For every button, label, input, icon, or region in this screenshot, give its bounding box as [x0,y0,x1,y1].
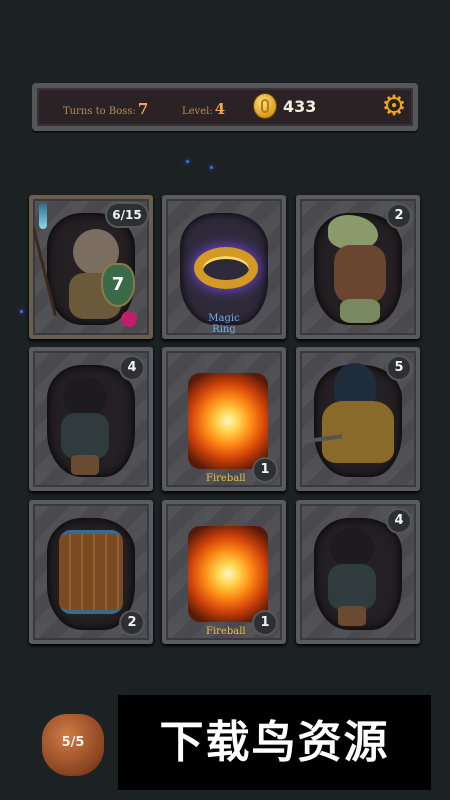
hud-bar: Turns to Boss: 7 Level: 4 433 ⚙ [32,83,418,131]
object-value-badge: 2 [121,612,143,634]
enemy-value-badge: 5 [388,357,410,379]
enemy-value-badge: 4 [388,510,410,532]
card-barrel[interactable]: 2 [29,500,153,644]
turns-value: 7 [137,100,149,118]
fireball-icon [188,373,268,469]
turns-label: Turns to Boss: [63,106,136,117]
rogue-cloak [322,401,394,463]
enemy-value-badge: 4 [121,357,143,379]
card-label-line2: Ring [212,324,236,335]
card-cat-archer[interactable]: 4 [29,347,153,491]
sparkle [186,160,189,163]
card-lizard-warrior[interactable]: 2 [296,195,420,339]
gear-icon[interactable]: ⚙ [381,92,407,120]
hp-badge: 6/15 [107,204,147,226]
cat-body [328,564,376,610]
card-label: Fireball [206,473,246,484]
cat-head [63,377,107,417]
enemy-value-badge: 2 [388,205,410,227]
gold-count: 433 [283,97,317,116]
sparkle [20,310,23,313]
cat-legs [71,455,99,475]
level-label: Level: [182,106,213,117]
spell-value-badge: 1 [254,612,276,634]
level-indicator: Level: 4 [182,99,225,118]
lizard-body [334,245,386,303]
card-fireball[interactable]: Fireball 1 [162,500,286,644]
card-label: Magic Ring [166,313,282,335]
cat-legs [338,606,366,626]
card-fireball[interactable]: Fireball 1 [162,347,286,491]
ring-icon [194,247,258,289]
lizard-legs [340,299,380,323]
fireball-icon [188,526,268,622]
heart-potion-icon [121,311,137,327]
cat-body [61,413,109,459]
level-value: 4 [214,100,226,118]
card-label-line1: Magic [208,313,240,324]
card-cat-archer[interactable]: 4 [296,500,420,644]
shield-value: 7 [103,265,133,305]
potion-icon [39,203,47,229]
turns-to-boss: Turns to Boss: 7 [63,99,148,118]
watermark-banner: 下载鸟资源 [118,695,431,790]
spell-value-badge: 1 [254,459,276,481]
bag-count: 5/5 [61,735,85,750]
card-hooded-rogue[interactable]: 5 [296,347,420,491]
barrel-icon [59,530,123,614]
sparkle [210,166,213,169]
card-magic-ring[interactable]: Magic Ring [162,195,286,339]
card-label: Fireball [206,626,246,637]
cat-head [330,528,374,568]
coin-icon [254,94,276,118]
card-player[interactable]: 6/15 7 [29,195,153,339]
